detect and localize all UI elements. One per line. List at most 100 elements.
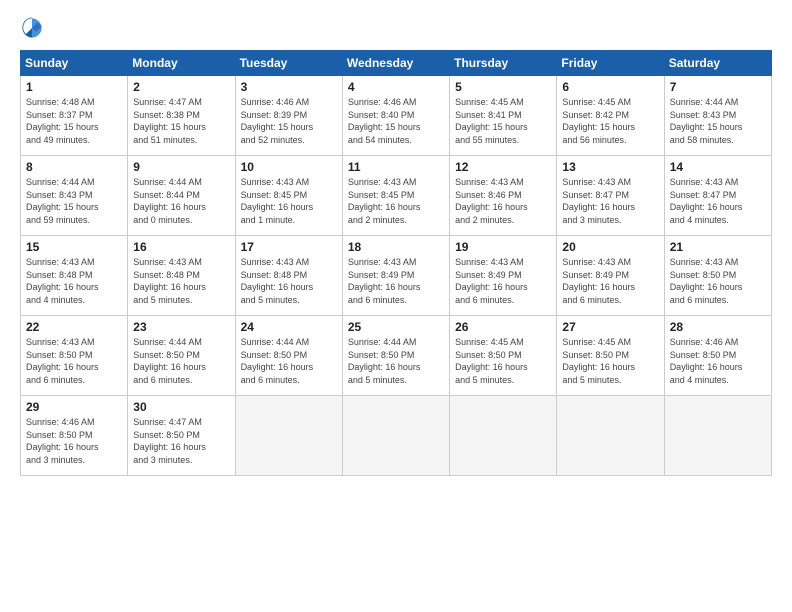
calendar-day-cell: 24 Sunrise: 4:44 AM Sunset: 8:50 PM Dayli… — [235, 316, 342, 396]
calendar-day-cell: 3 Sunrise: 4:46 AM Sunset: 8:39 PM Daylig… — [235, 76, 342, 156]
day-number: 26 — [455, 320, 551, 334]
day-number: 2 — [133, 80, 229, 94]
day-number: 10 — [241, 160, 337, 174]
calendar-day-cell: 22 Sunrise: 4:43 AM Sunset: 8:50 PM Dayli… — [21, 316, 128, 396]
calendar-day-cell — [557, 396, 664, 476]
day-number: 23 — [133, 320, 229, 334]
day-info: Sunrise: 4:45 AM Sunset: 8:42 PM Dayligh… — [562, 96, 658, 146]
calendar-day-cell: 13Sunrise: 4:43 AM Sunset: 8:47 PM Dayli… — [557, 156, 664, 236]
day-info: Sunrise: 4:44 AM Sunset: 8:50 PM Dayligh… — [133, 336, 229, 386]
day-info: Sunrise: 4:46 AM Sunset: 8:50 PM Dayligh… — [26, 416, 122, 466]
calendar-day-cell — [450, 396, 557, 476]
day-number: 20 — [562, 240, 658, 254]
calendar-day-cell: 14 Sunrise: 4:43 AM Sunset: 8:47 PM Dayli… — [664, 156, 771, 236]
calendar-day-cell: 11Sunrise: 4:43 AM Sunset: 8:45 PM Dayli… — [342, 156, 449, 236]
day-number: 11 — [348, 160, 444, 174]
calendar-day-cell: 18 Sunrise: 4:43 AM Sunset: 8:49 PM Dayli… — [342, 236, 449, 316]
day-info: Sunrise: 4:45 AM Sunset: 8:50 PM Dayligh… — [455, 336, 551, 386]
calendar-day-cell: 2 Sunrise: 4:47 AM Sunset: 8:38 PM Daylig… — [128, 76, 235, 156]
calendar-day-cell: 5 Sunrise: 4:45 AM Sunset: 8:41 PM Daylig… — [450, 76, 557, 156]
day-info: Sunrise: 4:48 AM Sunset: 8:37 PM Dayligh… — [26, 96, 122, 146]
day-info: Sunrise: 4:47 AM Sunset: 8:38 PM Dayligh… — [133, 96, 229, 146]
calendar-day-cell: 15 Sunrise: 4:43 AM Sunset: 8:48 PM Dayli… — [21, 236, 128, 316]
calendar-day-cell: 7Sunrise: 4:44 AM Sunset: 8:43 PM Daylig… — [664, 76, 771, 156]
calendar-day-cell: 8Sunrise: 4:44 AM Sunset: 8:43 PM Daylig… — [21, 156, 128, 236]
day-number: 30 — [133, 400, 229, 414]
day-info: Sunrise: 4:47 AM Sunset: 8:50 PM Dayligh… — [133, 416, 229, 466]
weekday-header: Monday — [128, 51, 235, 76]
day-number: 6 — [562, 80, 658, 94]
day-number: 28 — [670, 320, 766, 334]
day-info: Sunrise: 4:43 AM Sunset: 8:48 PM Dayligh… — [133, 256, 229, 306]
day-info: Sunrise: 4:46 AM Sunset: 8:39 PM Dayligh… — [241, 96, 337, 146]
weekday-header: Tuesday — [235, 51, 342, 76]
day-info: Sunrise: 4:44 AM Sunset: 8:50 PM Dayligh… — [241, 336, 337, 386]
day-info: Sunrise: 4:43 AM Sunset: 8:50 PM Dayligh… — [26, 336, 122, 386]
day-info: Sunrise: 4:45 AM Sunset: 8:41 PM Dayligh… — [455, 96, 551, 146]
calendar-table: SundayMondayTuesdayWednesdayThursdayFrid… — [20, 50, 772, 476]
day-info: Sunrise: 4:44 AM Sunset: 8:50 PM Dayligh… — [348, 336, 444, 386]
day-number: 14 — [670, 160, 766, 174]
day-number: 22 — [26, 320, 122, 334]
page: SundayMondayTuesdayWednesdayThursdayFrid… — [0, 0, 792, 612]
calendar-day-cell: 12 Sunrise: 4:43 AM Sunset: 8:46 PM Dayli… — [450, 156, 557, 236]
day-number: 17 — [241, 240, 337, 254]
calendar-week-row: 22 Sunrise: 4:43 AM Sunset: 8:50 PM Dayli… — [21, 316, 772, 396]
day-info: Sunrise: 4:43 AM Sunset: 8:48 PM Dayligh… — [26, 256, 122, 306]
day-number: 15 — [26, 240, 122, 254]
weekday-header: Thursday — [450, 51, 557, 76]
day-info: Sunrise: 4:43 AM Sunset: 8:49 PM Dayligh… — [562, 256, 658, 306]
day-number: 3 — [241, 80, 337, 94]
day-info: Sunrise: 4:43 AM Sunset: 8:47 PM Dayligh… — [670, 176, 766, 226]
calendar-day-cell: 23 Sunrise: 4:44 AM Sunset: 8:50 PM Dayli… — [128, 316, 235, 396]
calendar-day-cell: 20 Sunrise: 4:43 AM Sunset: 8:49 PM Dayli… — [557, 236, 664, 316]
calendar-day-cell: 29Sunrise: 4:46 AM Sunset: 8:50 PM Dayli… — [21, 396, 128, 476]
weekday-header: Saturday — [664, 51, 771, 76]
logo — [20, 16, 48, 40]
day-info: Sunrise: 4:46 AM Sunset: 8:50 PM Dayligh… — [670, 336, 766, 386]
calendar-day-cell — [342, 396, 449, 476]
calendar-header-row: SundayMondayTuesdayWednesdayThursdayFrid… — [21, 51, 772, 76]
calendar-day-cell: 26 Sunrise: 4:45 AM Sunset: 8:50 PM Dayli… — [450, 316, 557, 396]
calendar-day-cell: 17 Sunrise: 4:43 AM Sunset: 8:48 PM Dayli… — [235, 236, 342, 316]
calendar-week-row: 29Sunrise: 4:46 AM Sunset: 8:50 PM Dayli… — [21, 396, 772, 476]
calendar-day-cell: 10 Sunrise: 4:43 AM Sunset: 8:45 PM Dayli… — [235, 156, 342, 236]
day-info: Sunrise: 4:43 AM Sunset: 8:49 PM Dayligh… — [348, 256, 444, 306]
day-number: 19 — [455, 240, 551, 254]
calendar-day-cell: 28 Sunrise: 4:46 AM Sunset: 8:50 PM Dayli… — [664, 316, 771, 396]
calendar-week-row: 8Sunrise: 4:44 AM Sunset: 8:43 PM Daylig… — [21, 156, 772, 236]
calendar-day-cell: 25Sunrise: 4:44 AM Sunset: 8:50 PM Dayli… — [342, 316, 449, 396]
day-number: 24 — [241, 320, 337, 334]
calendar-day-cell: 30 Sunrise: 4:47 AM Sunset: 8:50 PM Dayli… — [128, 396, 235, 476]
calendar-day-cell: 21Sunrise: 4:43 AM Sunset: 8:50 PM Dayli… — [664, 236, 771, 316]
day-number: 12 — [455, 160, 551, 174]
weekday-header: Friday — [557, 51, 664, 76]
calendar-day-cell — [664, 396, 771, 476]
day-number: 18 — [348, 240, 444, 254]
calendar-day-cell: 6 Sunrise: 4:45 AM Sunset: 8:42 PM Daylig… — [557, 76, 664, 156]
day-info: Sunrise: 4:43 AM Sunset: 8:45 PM Dayligh… — [241, 176, 337, 226]
weekday-header: Sunday — [21, 51, 128, 76]
calendar-day-cell: 27Sunrise: 4:45 AM Sunset: 8:50 PM Dayli… — [557, 316, 664, 396]
calendar-day-cell: 1 Sunrise: 4:48 AM Sunset: 8:37 PM Daylig… — [21, 76, 128, 156]
day-number: 1 — [26, 80, 122, 94]
day-number: 5 — [455, 80, 551, 94]
day-info: Sunrise: 4:46 AM Sunset: 8:40 PM Dayligh… — [348, 96, 444, 146]
day-number: 27 — [562, 320, 658, 334]
weekday-header: Wednesday — [342, 51, 449, 76]
day-number: 21 — [670, 240, 766, 254]
day-number: 4 — [348, 80, 444, 94]
day-info: Sunrise: 4:43 AM Sunset: 8:48 PM Dayligh… — [241, 256, 337, 306]
calendar-day-cell: 16 Sunrise: 4:43 AM Sunset: 8:48 PM Dayli… — [128, 236, 235, 316]
calendar-week-row: 1 Sunrise: 4:48 AM Sunset: 8:37 PM Daylig… — [21, 76, 772, 156]
day-info: Sunrise: 4:43 AM Sunset: 8:47 PM Dayligh… — [562, 176, 658, 226]
calendar-week-row: 15 Sunrise: 4:43 AM Sunset: 8:48 PM Dayli… — [21, 236, 772, 316]
day-info: Sunrise: 4:43 AM Sunset: 8:46 PM Dayligh… — [455, 176, 551, 226]
calendar-day-cell: 9Sunrise: 4:44 AM Sunset: 8:44 PM Daylig… — [128, 156, 235, 236]
day-info: Sunrise: 4:44 AM Sunset: 8:43 PM Dayligh… — [670, 96, 766, 146]
day-number: 8 — [26, 160, 122, 174]
header — [20, 16, 772, 40]
day-number: 9 — [133, 160, 229, 174]
day-number: 16 — [133, 240, 229, 254]
calendar-day-cell: 19Sunrise: 4:43 AM Sunset: 8:49 PM Dayli… — [450, 236, 557, 316]
